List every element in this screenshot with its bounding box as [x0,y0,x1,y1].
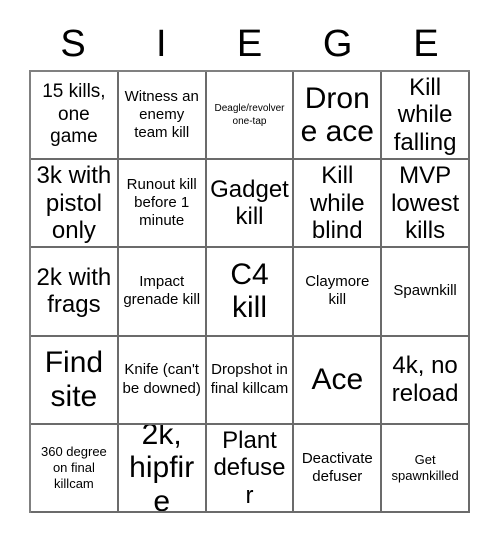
bingo-cell-r2c3[interactable]: Claymore kill [294,248,383,337]
bingo-cell-label: Get spawnkilled [391,451,459,483]
bingo-cell-label: Kill while blind [309,161,365,245]
bingo-grid: 15 kills, one game Witness an enemy team… [29,70,470,513]
bingo-cell-r4c4[interactable]: Get spawnkilled [382,424,470,513]
bingo-cell-label: Ace [311,362,364,396]
bingo-cell-r2c2[interactable]: C4 kill [206,248,295,337]
bingo-cell-label: Plant defuser [213,426,286,509]
bingo-cell-label: 360 degree on final killcam [41,443,107,492]
bingo-cell-label: Gadget kill [210,175,289,231]
bingo-cell-label: C4 kill [230,257,269,325]
bingo-cell-r3c1[interactable]: Knife (can't be downed) [118,336,207,425]
bingo-cell-label: MVP lowest kills [391,161,460,245]
bingo-header: S I E G E [29,18,470,70]
bingo-cell-r4c1[interactable]: 2k, hipfire [118,424,207,513]
bingo-cell-r0c4[interactable]: Kill while falling [382,72,470,161]
bingo-cell-label: Deactivate defuser [301,449,373,485]
bingo-cell-r1c2[interactable]: Gadget kill [206,160,295,249]
bingo-cell-r2c0[interactable]: 2k with frags [31,248,119,337]
bingo-cell-label: 2k with frags [36,263,112,319]
bingo-cell-label: Runout kill before 1 minute [126,175,197,230]
bingo-cell-label: Impact grenade kill [123,273,201,309]
bingo-cell-r0c3[interactable]: Drone ace [294,72,383,161]
bingo-cell-r1c3[interactable]: Kill while blind [294,160,383,249]
bingo-cell-r0c1[interactable]: Witness an enemy team kill [118,72,207,161]
bingo-cell-r3c4[interactable]: 4k, no reload [382,336,470,425]
bingo-cell-label: Knife (can't be downed) [122,361,201,397]
bingo-cell-r1c4[interactable]: MVP lowest kills [382,160,470,249]
bingo-card: S I E G E 15 kills, one game Witness an … [0,0,500,544]
bingo-cell-r2c1[interactable]: Impact grenade kill [118,248,207,337]
bingo-cell-label: 3k with pistol only [36,161,112,245]
bingo-cell-r2c4[interactable]: Spawnkill [382,248,470,337]
bingo-cell-r3c0[interactable]: Find site [31,336,119,425]
bingo-cell-r4c0[interactable]: 360 degree on final killcam [31,424,119,513]
bingo-cell-label: Dropshot in final killcam [210,361,289,397]
bingo-cell-r4c2[interactable]: Plant defuser [206,424,295,513]
bingo-cell-label: 2k, hipfire [129,424,195,513]
bingo-cell-label: Witness an enemy team kill [124,87,199,142]
bingo-cell-r0c2[interactable]: Deagle/revolver one-tap [206,72,295,161]
bingo-cell-label: 4k, no reload [391,352,459,407]
bingo-cell-label: Find site [44,346,104,413]
bingo-cell-label: Kill while falling [393,73,457,156]
header-letter-4: E [413,23,439,65]
bingo-cell-label: Spawnkill [393,282,457,300]
bingo-cell-r1c1[interactable]: Runout kill before 1 minute [118,160,207,249]
bingo-cell-label: Deagle/revolver one-tap [214,102,285,128]
bingo-cell-r1c0[interactable]: 3k with pistol only [31,160,119,249]
header-letter-2: E [236,23,263,65]
bingo-cell-r3c2[interactable]: Dropshot in final killcam [206,336,295,425]
bingo-cell-label: Drone ace [300,81,374,149]
bingo-cell-r0c0[interactable]: 15 kills, one game [31,72,119,161]
header-letter-0: S [60,23,86,65]
bingo-cell-r4c3[interactable]: Deactivate defuser [294,424,383,513]
header-letter-1: I [156,23,167,65]
bingo-cell-r3c3[interactable]: Ace [294,336,383,425]
header-letter-3: G [322,23,353,65]
bingo-cell-label: Claymore kill [305,273,370,309]
bingo-cell-label: 15 kills, one game [42,81,106,148]
